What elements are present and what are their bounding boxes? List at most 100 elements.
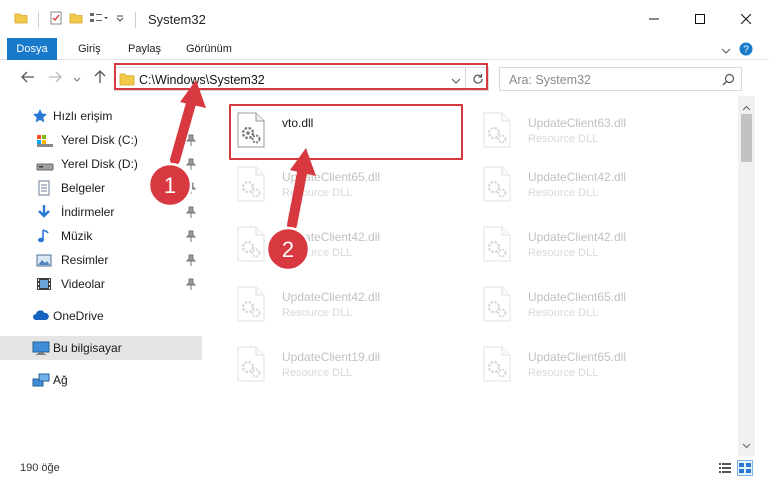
file-name: UpdateClient65.dll bbox=[528, 350, 627, 364]
star-icon bbox=[32, 108, 48, 127]
recent-locations-button[interactable] bbox=[73, 72, 81, 86]
sidebar-item-documents[interactable]: Belgeler bbox=[0, 176, 202, 200]
file-tile[interactable]: UpdateClient65.dll Resource DLL bbox=[472, 340, 712, 390]
sidebar-item-local-disk-c[interactable]: Yerel Disk (C:) bbox=[0, 128, 202, 152]
file-name: UpdateClient42.dll bbox=[282, 230, 381, 244]
sidebar-item-pictures[interactable]: Resimler bbox=[0, 248, 202, 272]
minimize-icon bbox=[649, 18, 659, 20]
sidebar-item-label: Belgeler bbox=[61, 181, 106, 195]
file-tile[interactable]: UpdateClient65.dll Resource DLL bbox=[226, 160, 466, 210]
new-folder-icon[interactable] bbox=[69, 11, 83, 28]
dll-file-icon bbox=[234, 226, 268, 265]
scrollbar-thumb[interactable] bbox=[741, 114, 752, 162]
address-path: C:\Windows\System32 bbox=[139, 73, 265, 87]
search-icon bbox=[722, 73, 735, 89]
search-placeholder: Ara: System32 bbox=[509, 73, 591, 87]
pin-icon[interactable] bbox=[185, 134, 197, 149]
sidebar-item-label: Videolar bbox=[61, 277, 105, 291]
pin-icon[interactable] bbox=[185, 206, 197, 221]
tab-view[interactable]: Görünüm bbox=[186, 38, 232, 60]
sidebar-item-label: Hızlı erişim bbox=[53, 109, 113, 123]
tab-share[interactable]: Paylaş bbox=[128, 38, 161, 60]
maximize-icon bbox=[695, 14, 705, 24]
file-name: UpdateClient42.dll bbox=[528, 230, 627, 244]
pin-icon[interactable] bbox=[185, 182, 197, 197]
file-tile[interactable]: UpdateClient42.dll Resource DLL bbox=[226, 280, 466, 330]
maximize-button[interactable] bbox=[677, 0, 723, 38]
scroll-down-icon[interactable] bbox=[742, 438, 751, 452]
properties-icon[interactable] bbox=[49, 11, 63, 28]
tab-home[interactable]: Giriş bbox=[78, 38, 101, 60]
folder-icon[interactable] bbox=[14, 11, 28, 28]
tiles-view-icon bbox=[739, 463, 751, 473]
file-name: UpdateClient19.dll bbox=[282, 350, 381, 364]
details-view-button[interactable] bbox=[717, 460, 733, 476]
pin-icon[interactable] bbox=[185, 158, 197, 173]
dll-file-icon bbox=[480, 286, 514, 325]
minimize-button[interactable] bbox=[631, 0, 677, 38]
file-name: UpdateClient65.dll bbox=[528, 290, 627, 304]
tiles-view-button[interactable] bbox=[737, 460, 753, 476]
sidebar-item-onedrive[interactable]: OneDrive bbox=[0, 304, 202, 328]
file-tile[interactable]: UpdateClient42.dll Resource DLL bbox=[472, 220, 712, 270]
close-button[interactable] bbox=[723, 0, 769, 38]
expand-ribbon-icon[interactable] bbox=[721, 44, 731, 58]
scroll-up-icon[interactable] bbox=[742, 100, 751, 114]
pin-icon[interactable] bbox=[185, 254, 197, 269]
file-type: Resource DLL bbox=[528, 367, 599, 379]
navigation-bar: C:\Windows\System32 Ara: System32 bbox=[0, 61, 769, 95]
tab-file[interactable]: Dosya bbox=[7, 38, 57, 60]
pin-icon[interactable] bbox=[185, 230, 197, 245]
search-box[interactable]: Ara: System32 bbox=[499, 67, 742, 91]
sidebar-item-videos[interactable]: Videolar bbox=[0, 272, 202, 296]
dll-file-icon bbox=[234, 112, 268, 151]
item-count: 190 öğe bbox=[20, 462, 60, 474]
file-tile[interactable]: UpdateClient42.dll Resource DLL bbox=[226, 220, 466, 270]
file-name: UpdateClient65.dll bbox=[282, 170, 381, 184]
help-icon[interactable]: ? bbox=[739, 42, 753, 59]
folder-icon bbox=[119, 72, 135, 89]
sidebar-item-quick-access[interactable]: Hızlı erişim bbox=[0, 104, 202, 128]
address-dropdown-icon[interactable] bbox=[451, 74, 461, 88]
dll-file-icon bbox=[234, 286, 268, 325]
navigation-pane: Hızlı erişim Yerel Disk (C:) Yerel Disk … bbox=[0, 96, 210, 452]
sidebar-item-network[interactable]: Ağ bbox=[0, 368, 202, 392]
file-list: vto.dll UpdateClient63.dll Resource DLL … bbox=[210, 96, 738, 452]
file-tile[interactable]: UpdateClient65.dll Resource DLL bbox=[472, 280, 712, 330]
details-view-icon bbox=[719, 463, 731, 473]
file-tile[interactable]: UpdateClient19.dll Resource DLL bbox=[226, 340, 466, 390]
music-icon bbox=[36, 228, 52, 247]
vertical-scrollbar[interactable] bbox=[738, 96, 755, 456]
close-icon bbox=[741, 14, 751, 24]
file-name: UpdateClient63.dll bbox=[528, 116, 627, 130]
address-bar[interactable]: C:\Windows\System32 bbox=[114, 67, 466, 91]
file-name: UpdateClient42.dll bbox=[282, 290, 381, 304]
dll-file-icon bbox=[480, 346, 514, 385]
file-tile[interactable]: UpdateClient63.dll Resource DLL bbox=[472, 106, 712, 156]
forward-button[interactable] bbox=[48, 70, 62, 87]
drive-icon bbox=[36, 156, 54, 175]
sidebar-item-this-pc[interactable]: Bu bilgisayar bbox=[0, 336, 202, 360]
refresh-button[interactable] bbox=[467, 67, 489, 91]
file-tile-vto[interactable]: vto.dll bbox=[226, 106, 466, 156]
title-bar: System32 bbox=[0, 0, 769, 38]
back-button[interactable] bbox=[21, 70, 35, 87]
file-type: Resource DLL bbox=[282, 187, 353, 199]
sidebar-item-downloads[interactable]: İndirmeler bbox=[0, 200, 202, 224]
file-type: Resource DLL bbox=[282, 247, 353, 259]
file-tile[interactable]: UpdateClient42.dll Resource DLL bbox=[472, 160, 712, 210]
ribbon-tabs: Dosya Giriş Paylaş Görünüm ? bbox=[0, 38, 769, 60]
sidebar-item-music[interactable]: Müzik bbox=[0, 224, 202, 248]
sidebar-item-label: Resimler bbox=[61, 253, 109, 267]
file-name: UpdateClient42.dll bbox=[528, 170, 627, 184]
file-type: Resource DLL bbox=[282, 367, 353, 379]
customize-toolbar-icon[interactable] bbox=[115, 11, 125, 28]
sidebar-item-local-disk-d[interactable]: Yerel Disk (D:) bbox=[0, 152, 202, 176]
view-options-icon[interactable] bbox=[89, 11, 109, 28]
up-button[interactable] bbox=[93, 70, 107, 87]
status-bar: 190 öğe bbox=[0, 456, 769, 496]
dll-file-icon bbox=[480, 226, 514, 265]
arrow-left-icon bbox=[21, 71, 34, 83]
pin-icon[interactable] bbox=[185, 278, 197, 293]
quick-access-toolbar bbox=[14, 11, 140, 28]
